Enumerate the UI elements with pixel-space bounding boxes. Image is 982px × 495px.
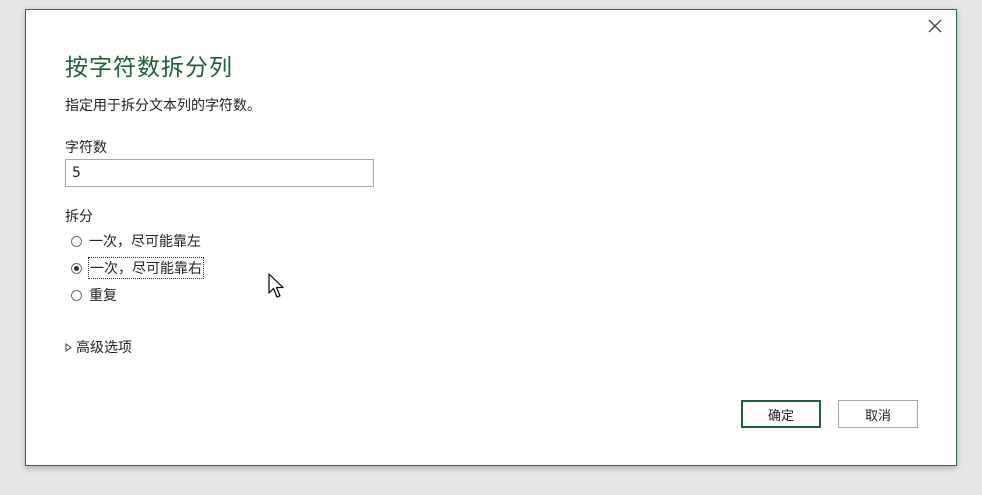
radio-once-right-label: 一次，尽可能靠右 — [88, 257, 204, 279]
triangle-right-icon — [65, 342, 72, 352]
advanced-options-toggle[interactable]: 高级选项 — [65, 337, 132, 357]
split-column-dialog: 按字符数拆分列 指定用于拆分文本列的字符数。 字符数 拆分 一次，尽可能靠左 一… — [25, 9, 957, 466]
radio-button-icon[interactable] — [71, 235, 82, 247]
radio-once-left-label: 一次，尽可能靠左 — [89, 234, 201, 250]
split-label: 拆分 — [65, 209, 93, 225]
advanced-options-label: 高级选项 — [76, 340, 132, 356]
radio-button-selected-icon[interactable] — [71, 262, 82, 274]
mouse-pointer-icon — [268, 273, 286, 303]
radio-repeat-label: 重复 — [89, 288, 117, 304]
cancel-button[interactable]: 取消 — [838, 400, 918, 428]
radio-repeat[interactable]: 重复 — [71, 284, 117, 306]
radio-once-left[interactable]: 一次，尽可能靠左 — [71, 230, 201, 252]
close-button[interactable] — [924, 16, 946, 38]
radio-once-right[interactable]: 一次，尽可能靠右 — [71, 257, 204, 279]
close-icon — [928, 18, 942, 37]
dialog-title: 按字符数拆分列 — [65, 55, 233, 81]
radio-button-icon[interactable] — [71, 289, 82, 301]
char-count-label: 字符数 — [65, 140, 107, 156]
ok-button[interactable]: 确定 — [741, 400, 821, 428]
dialog-description: 指定用于拆分文本列的字符数。 — [65, 98, 261, 114]
char-count-input[interactable] — [65, 159, 374, 187]
